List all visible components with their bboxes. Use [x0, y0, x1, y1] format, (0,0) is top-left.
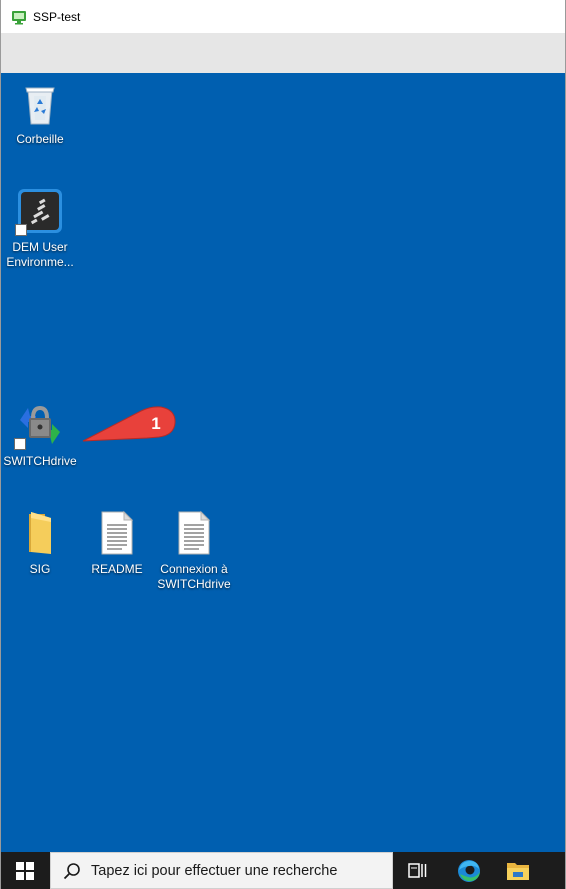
windows-start-icon — [16, 861, 34, 880]
search-icon — [63, 862, 80, 879]
file-explorer-icon — [507, 862, 529, 880]
shortcut-arrow-icon — [15, 224, 27, 236]
desktop-icon-label: SIG — [29, 562, 51, 576]
task-view-icon — [408, 862, 427, 878]
edge-icon — [458, 859, 480, 882]
callout-number: 1 — [151, 414, 160, 433]
annotation-callout: 1 — [82, 406, 176, 442]
desktop[interactable]: Corbeille DEM User Environme... SWITCHdr… — [1, 73, 565, 852]
desktop-icon-label: Corbeille — [16, 132, 64, 146]
task-view-button[interactable] — [395, 852, 441, 889]
taskbar-search-box[interactable]: Tapez ici pour effectuer une recherche — [50, 852, 393, 889]
desktop-icon-recycle-bin[interactable]: Corbeille — [2, 82, 78, 147]
shortcut-arrow-icon — [14, 438, 26, 450]
desktop-icon-sig-folder[interactable]: SIG — [2, 510, 78, 577]
recycle-bin-icon — [25, 87, 55, 125]
file-explorer-taskbar-button[interactable] — [495, 852, 541, 889]
document-icon — [178, 510, 211, 555]
document-icon — [101, 510, 134, 555]
remote-desktop-window: SSP-test Corbeille DEM User Environme...… — [0, 0, 566, 889]
folder-icon — [29, 512, 51, 554]
toolbar-strip — [1, 33, 565, 73]
desktop-icon-dem-user[interactable]: DEM User Environme... — [2, 188, 78, 270]
search-placeholder: Tapez ici pour effectuer une recherche — [91, 862, 338, 879]
title-bar[interactable]: SSP-test — [1, 0, 565, 33]
edge-taskbar-button[interactable] — [446, 852, 492, 889]
start-button[interactable] — [1, 852, 49, 889]
desktop-icon-label: DEM User Environme... — [6, 240, 74, 269]
desktop-icon-label: README — [91, 562, 143, 576]
taskbar: Tapez ici pour effectuer une recherche — [1, 852, 565, 889]
desktop-icon-connexion-switchdrive[interactable]: Connexion à SWITCHdrive — [156, 510, 232, 592]
desktop-icon-label: SWITCHdrive — [3, 454, 77, 468]
desktop-icon-label: Connexion à SWITCHdrive — [157, 562, 231, 591]
window-title: SSP-test — [33, 9, 81, 24]
desktop-icon-switchdrive[interactable]: SWITCHdrive — [2, 402, 78, 469]
desktop-icon-readme[interactable]: README — [79, 510, 155, 577]
remote-desktop-icon — [12, 10, 26, 24]
